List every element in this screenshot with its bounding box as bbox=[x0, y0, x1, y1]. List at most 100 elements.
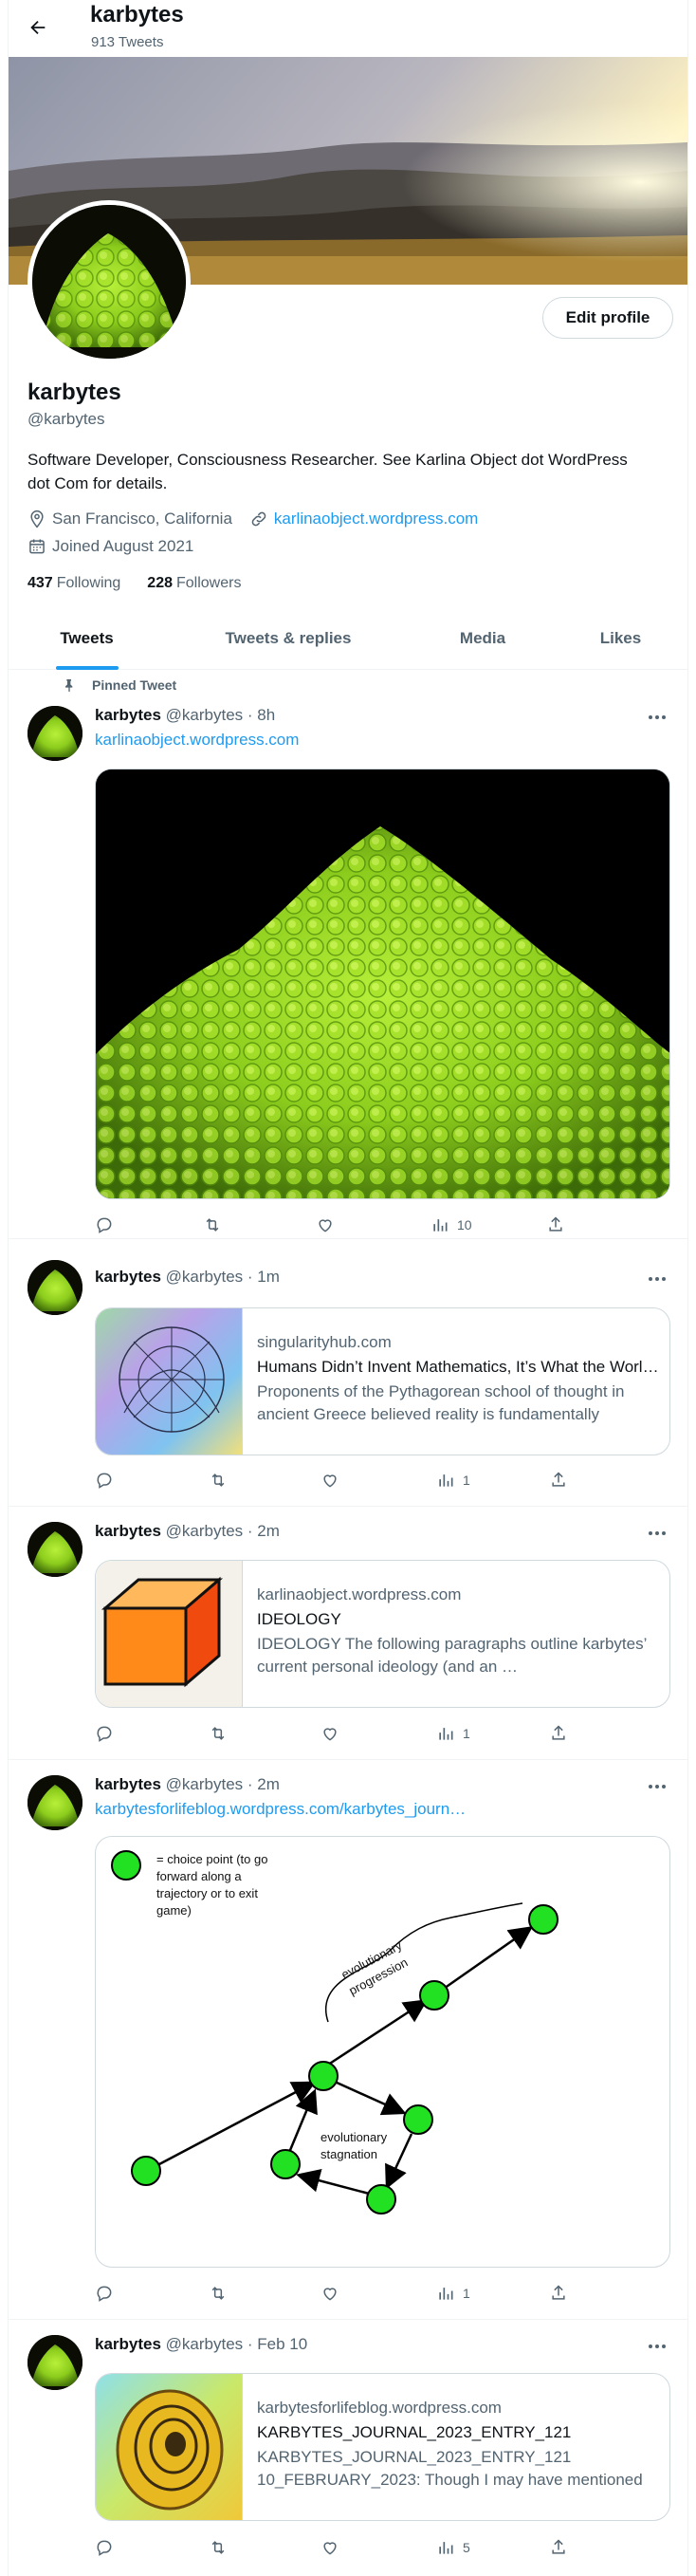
reply-button[interactable] bbox=[95, 1469, 114, 1492]
link-card[interactable]: karlinaobject.wordpress.com IDEOLOGY IDE… bbox=[95, 1560, 670, 1708]
tweet[interactable]: karbytes @karbytes · 1m singularityhub.c… bbox=[9, 1239, 687, 1507]
more-icon[interactable] bbox=[646, 708, 669, 727]
tweet-image[interactable] bbox=[95, 769, 670, 1199]
tab-label: Tweets bbox=[60, 629, 114, 647]
stagnation-label-2: stagnation bbox=[321, 2147, 377, 2161]
tweet-header: karbytes @karbytes · 2m bbox=[95, 1522, 280, 1541]
link-card-domain: singularityhub.com bbox=[257, 1333, 392, 1351]
pinned-indicator: Pinned Tweet bbox=[62, 677, 176, 693]
tweet-avatar[interactable] bbox=[27, 1260, 82, 1315]
link-card[interactable]: singularityhub.com Humans Didn’t Invent … bbox=[95, 1307, 670, 1455]
edit-profile-button[interactable]: Edit profile bbox=[542, 297, 673, 339]
link-card-thumbnail bbox=[96, 2374, 243, 2520]
link-icon bbox=[249, 510, 268, 528]
followers-label: Followers bbox=[176, 575, 242, 591]
tweet-actions: 5 bbox=[95, 2536, 607, 2559]
tweet-actions: 10 bbox=[95, 1214, 607, 1236]
views-button[interactable]: 10 bbox=[430, 1214, 472, 1236]
reply-button[interactable] bbox=[95, 1214, 114, 1236]
retweet-button[interactable] bbox=[209, 1722, 228, 1745]
tweet[interactable]: karbytes @karbytes · Feb 10 karbytesforl… bbox=[9, 2320, 687, 2576]
like-button[interactable] bbox=[321, 2282, 339, 2305]
tweet-author-name[interactable]: karbytes bbox=[95, 2335, 161, 2353]
retweet-button[interactable] bbox=[209, 1469, 228, 1492]
profile-follow-stats: 437 Following 228 Followers bbox=[27, 575, 241, 592]
link-card-title: Humans Didn’t Invent Mathematics, It’s W… bbox=[257, 1358, 660, 1376]
reply-button[interactable] bbox=[95, 2282, 114, 2305]
choice-node bbox=[403, 2104, 433, 2135]
tweet-author-name[interactable]: karbytes bbox=[95, 1522, 161, 1540]
share-button[interactable] bbox=[549, 1469, 568, 1492]
tab-tweets[interactable]: Tweets bbox=[9, 607, 165, 670]
profile-website-link[interactable]: karlinaobject.wordpress.com bbox=[274, 510, 478, 528]
profile-avatar[interactable] bbox=[27, 200, 191, 363]
tweet-actions: 1 bbox=[95, 1722, 607, 1745]
more-icon[interactable] bbox=[646, 1269, 669, 1288]
retweet-button[interactable] bbox=[209, 2282, 228, 2305]
views-icon bbox=[439, 1474, 453, 1487]
reply-button[interactable] bbox=[95, 2536, 114, 2559]
more-icon[interactable] bbox=[646, 1524, 669, 1543]
reply-button[interactable] bbox=[95, 1722, 114, 1745]
tweet-avatar[interactable] bbox=[27, 706, 82, 761]
profile-header-bar: karbytes 913 Tweets bbox=[9, 0, 687, 57]
link-card[interactable]: karbytesforlifeblog.wordpress.com KARBYT… bbox=[95, 2373, 670, 2521]
tweet-link[interactable]: karlinaobject.wordpress.com bbox=[95, 731, 299, 750]
views-button[interactable]: 1 bbox=[436, 1722, 470, 1745]
tweet-actions: 1 bbox=[95, 1469, 607, 1492]
choice-node bbox=[528, 1904, 559, 1935]
legend-node bbox=[111, 1850, 141, 1881]
share-icon bbox=[552, 1472, 565, 1487]
tweet-author-name[interactable]: karbytes bbox=[95, 1775, 161, 1793]
tweet-avatar[interactable] bbox=[27, 1775, 82, 1830]
tweet-author-name[interactable]: karbytes bbox=[95, 706, 161, 724]
back-button[interactable] bbox=[22, 11, 54, 44]
profile-column: karbytes 913 Tweets Edit profile karbyte… bbox=[8, 0, 688, 2576]
tweet[interactable]: Pinned Tweet karbytes @karbytes · 8h kar… bbox=[9, 670, 687, 1239]
retweet-button[interactable] bbox=[209, 2536, 228, 2559]
tab-likes[interactable]: Likes bbox=[554, 607, 687, 670]
tweet[interactable]: karbytes @karbytes · 2m karlinaobject.wo… bbox=[9, 1507, 687, 1760]
tab-media[interactable]: Media bbox=[412, 607, 554, 670]
tweet-author-name[interactable]: karbytes bbox=[95, 1268, 161, 1286]
views-icon bbox=[439, 1728, 453, 1740]
link-card-description: KARBYTES_JOURNAL_2023_ENTRY_121 10_FEBRU… bbox=[257, 2448, 643, 2489]
views-count: 5 bbox=[463, 2540, 470, 2555]
profile-name: karbytes bbox=[27, 380, 121, 405]
share-button[interactable] bbox=[549, 2536, 568, 2559]
views-button[interactable]: 1 bbox=[436, 2282, 470, 2305]
retweet-button[interactable] bbox=[203, 1214, 222, 1236]
share-button[interactable] bbox=[549, 1722, 568, 1745]
tweet-link[interactable]: karbytesforlifeblog.wordpress.com/karbyt… bbox=[95, 1800, 466, 1819]
tweet-diagram-image[interactable]: = choice point (to go forward along a tr… bbox=[95, 1836, 670, 2268]
choice-node bbox=[270, 2149, 301, 2179]
views-button[interactable]: 1 bbox=[436, 1469, 470, 1492]
following-link[interactable]: 437 Following bbox=[27, 575, 120, 592]
tab-tweets-and-replies[interactable]: Tweets & replies bbox=[165, 607, 412, 670]
tweet-avatar[interactable] bbox=[27, 2335, 82, 2390]
like-button[interactable] bbox=[321, 2536, 339, 2559]
like-icon bbox=[323, 1728, 337, 1741]
followers-link[interactable]: 228 Followers bbox=[147, 575, 241, 592]
share-icon bbox=[549, 1216, 562, 1232]
tweet-avatar[interactable] bbox=[27, 1522, 82, 1577]
link-card-title: IDEOLOGY bbox=[257, 1610, 341, 1628]
share-button[interactable] bbox=[549, 2282, 568, 2305]
like-button[interactable] bbox=[316, 1214, 335, 1236]
tweet[interactable]: karbytes @karbytes · 2m karbytesforlifeb… bbox=[9, 1760, 687, 2320]
choice-node bbox=[131, 2156, 161, 2186]
share-button[interactable] bbox=[546, 1214, 565, 1236]
views-button[interactable]: 5 bbox=[436, 2536, 470, 2559]
profile-tabs: Tweets Tweets & replies Media Likes bbox=[9, 607, 687, 670]
like-button[interactable] bbox=[321, 1469, 339, 1492]
tab-label: Likes bbox=[599, 629, 642, 647]
header-tweet-count: 913 Tweets bbox=[91, 34, 164, 50]
choice-node bbox=[308, 2061, 339, 2091]
like-button[interactable] bbox=[321, 1722, 339, 1745]
following-count: 437 bbox=[27, 575, 53, 591]
more-icon[interactable] bbox=[646, 2337, 669, 2356]
legend-text-2: forward along a bbox=[156, 1869, 242, 1883]
choice-node bbox=[419, 1980, 449, 2011]
like-icon bbox=[323, 2288, 337, 2301]
more-icon[interactable] bbox=[646, 1777, 669, 1796]
